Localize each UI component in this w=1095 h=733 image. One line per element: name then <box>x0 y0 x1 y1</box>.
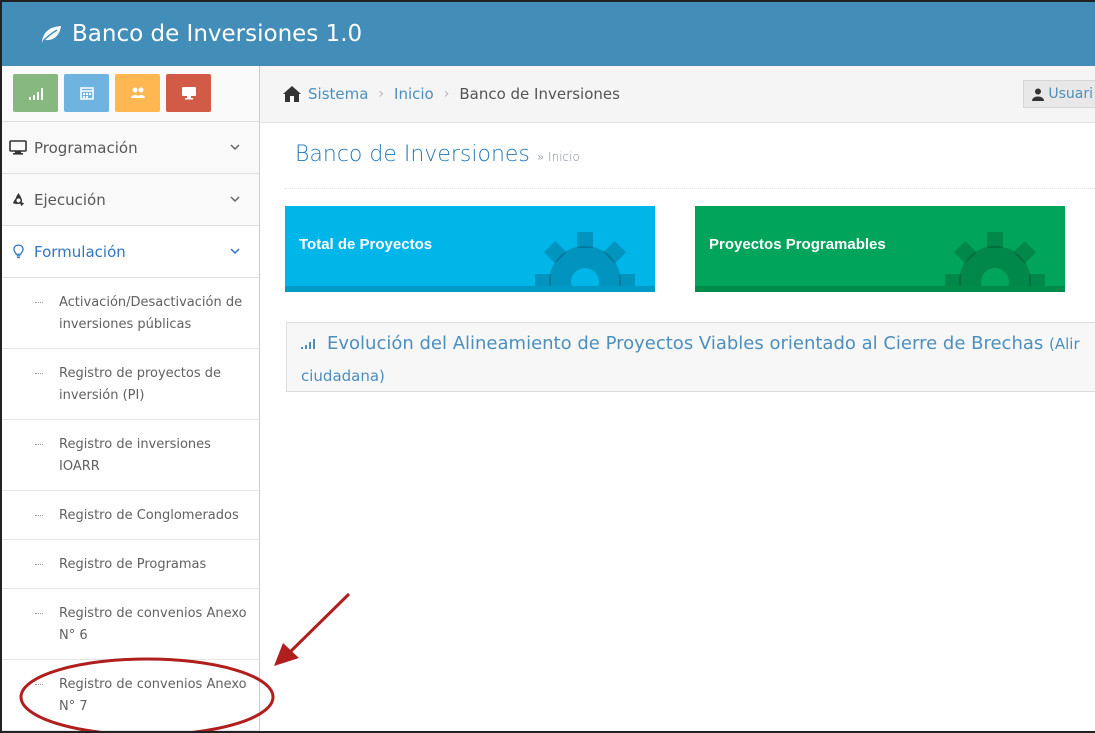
breadcrumb: Sistema › Inicio › Banco de Inversiones … <box>260 66 1095 123</box>
page-subtitle: » Inicio <box>536 150 580 164</box>
sidebar-shortcuts <box>2 66 259 122</box>
sidebar-item-label: Ejecución <box>34 190 106 209</box>
breadcrumb-separator-icon: › <box>443 86 450 102</box>
user-icon <box>1032 88 1045 101</box>
divider <box>285 188 1095 189</box>
sidebar: Programación Ejecución Formulación Activ… <box>2 66 260 731</box>
page-title: Banco de Inversiones » Inicio <box>295 142 580 167</box>
submenu-registro-conglomerados[interactable]: Registro de Conglomerados <box>2 491 259 540</box>
chevron-down-icon <box>230 248 240 255</box>
signal-icon <box>28 88 43 100</box>
submenu-label: Registro de Programas <box>59 557 207 572</box>
user-label: Usuari <box>1048 86 1093 102</box>
submenu-label: Registro de inversiones IOARR <box>59 437 211 474</box>
submenu-label: Registro de Conglomerados <box>59 508 239 523</box>
submenu-label: Registro de proyectos de inversión (PI) <box>59 366 222 403</box>
submenu-convenios-anexo-6[interactable]: Registro de convenios Anexo N° 6 <box>2 589 259 660</box>
shortcut-users-button[interactable] <box>115 74 160 112</box>
sidebar-item-programacion[interactable]: Programación <box>2 122 259 174</box>
submenu-label: Registro de convenios Anexo N° 7 <box>59 677 247 714</box>
submenu-registro-ioarr[interactable]: Registro de inversiones IOARR <box>2 420 259 491</box>
sidebar-item-label: Programación <box>34 138 138 157</box>
widget-subtitle: ciudadana) <box>301 367 385 385</box>
sidebar-item-label: Formulación <box>34 242 126 261</box>
page-title-text: Banco de Inversiones <box>295 142 530 167</box>
sidebar-item-ejecucion[interactable]: Ejecución <box>2 174 259 226</box>
breadcrumb-sistema[interactable]: Sistema <box>308 85 368 103</box>
sidebar-item-formulacion[interactable]: Formulación <box>2 226 259 278</box>
submenu-activacion[interactable]: Activación/Desactivación de inversiones … <box>2 278 259 349</box>
user-menu-button[interactable]: Usuari <box>1023 80 1095 108</box>
formulacion-submenu: Activación/Desactivación de inversiones … <box>2 278 259 731</box>
leaf-icon <box>42 26 61 42</box>
tile-title: Total de Proyectos <box>299 236 433 253</box>
tile-footer-bar <box>695 286 1065 292</box>
submenu-label: Registro de convenios Anexo N° 6 <box>59 606 247 643</box>
tile-proyectos-programables[interactable]: Proyectos Programables <box>695 206 1065 292</box>
shortcut-calendar-button[interactable] <box>64 74 109 112</box>
submenu-label: Activación/Desactivación de inversiones … <box>59 295 243 332</box>
desktop-icon <box>8 139 28 156</box>
tile-title: Proyectos Programables <box>709 236 886 253</box>
top-navbar: Banco de Inversiones 1.0 <box>2 2 1095 66</box>
breadcrumb-current: Banco de Inversiones <box>459 85 620 103</box>
submenu-convenios-anexo-7[interactable]: Registro de convenios Anexo N° 7 <box>2 660 259 731</box>
app-title: Banco de Inversiones 1.0 <box>72 21 363 47</box>
gear-icon <box>945 232 1045 292</box>
widget-title[interactable]: Evolución del Alineamiento de Proyectos … <box>301 333 1095 355</box>
annotation-arrowhead-icon <box>274 643 299 666</box>
widget-evolucion-alineamiento: Evolución del Alineamiento de Proyectos … <box>286 322 1095 392</box>
submenu-registro-programas[interactable]: Registro de Programas <box>2 540 259 589</box>
calendar-icon <box>79 87 94 100</box>
tile-footer-bar <box>285 286 655 292</box>
gear-icon <box>535 232 635 292</box>
breadcrumb-separator-icon: › <box>378 86 385 102</box>
users-icon <box>130 87 145 98</box>
shortcut-monitor-button[interactable] <box>166 74 211 112</box>
chevron-down-icon <box>230 144 240 151</box>
app-window: Banco de Inversiones 1.0 Programación Ej… <box>0 0 1095 733</box>
breadcrumb-inicio[interactable]: Inicio <box>394 85 434 103</box>
recycle-icon <box>8 192 28 208</box>
chevron-down-icon <box>230 196 240 203</box>
widget-title-text: Evolución del Alineamiento de Proyectos … <box>327 333 1044 354</box>
shortcut-stats-button[interactable] <box>13 74 58 112</box>
signal-icon <box>301 339 315 349</box>
annotation-arrow <box>286 592 351 656</box>
home-icon[interactable] <box>282 85 302 103</box>
brand[interactable]: Banco de Inversiones 1.0 <box>40 18 362 50</box>
tile-total-proyectos[interactable]: Total de Proyectos <box>285 206 655 292</box>
monitor-icon <box>181 87 196 100</box>
lightbulb-icon <box>8 244 28 260</box>
widget-title-paren: (Alir <box>1049 335 1080 353</box>
submenu-registro-pi[interactable]: Registro de proyectos de inversión (PI) <box>2 349 259 420</box>
